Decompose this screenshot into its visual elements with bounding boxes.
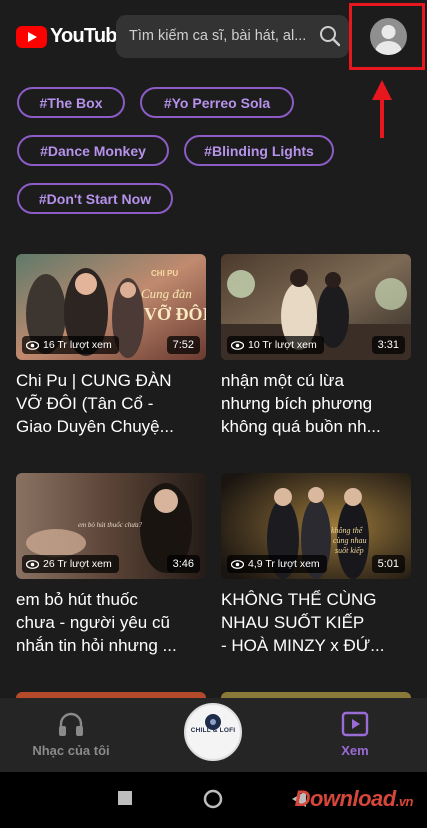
thumbnail-text: Cung đàn — [141, 286, 192, 301]
youtube-logo[interactable]: YouTube — [16, 25, 128, 48]
video-title-line: Chi Pu | CUNG ĐÀN — [16, 371, 172, 390]
eye-icon — [26, 340, 39, 350]
thumbnail-text: cùng nhau — [333, 536, 367, 545]
duration-badge: 3:46 — [166, 555, 200, 573]
square-icon[interactable] — [118, 791, 132, 805]
circle-icon[interactable] — [203, 789, 223, 809]
tag-chip[interactable]: #Blinding Lights — [184, 135, 334, 166]
thumbnail-text: CHI PU — [151, 269, 178, 278]
nav-label: Xem — [341, 743, 369, 758]
video-title-line: KHÔNG THỂ CÙNG — [221, 590, 377, 609]
thumbnail-text: không thể — [331, 526, 364, 535]
video-title-line: em bỏ hút thuốc — [16, 590, 138, 609]
search-bar[interactable]: Tìm kiếm ca sĩ, bài hát, al... — [116, 15, 349, 58]
video-title[interactable]: em bỏ hút thuốc chưa - người yêu cũ nhắn… — [16, 588, 208, 657]
duration-badge: 3:31 — [371, 336, 405, 354]
view-count-badge: 26 Tr lượt xem — [22, 555, 119, 573]
thumbnail-text: em bỏ hút thuốc chưa? — [78, 521, 143, 529]
eye-icon — [231, 340, 244, 350]
video-title-line: nhưng bích phương — [221, 394, 373, 413]
view-count: 16 Tr lượt xem — [43, 339, 112, 351]
thumbnail-text: VỠ ĐÔI — [144, 303, 206, 324]
view-count: 26 Tr lượt xem — [43, 558, 112, 570]
view-count: 10 Tr lượt xem — [248, 339, 317, 351]
play-box-icon — [341, 711, 369, 737]
avatar-highlight-box — [349, 3, 425, 70]
headphones-icon — [59, 712, 83, 736]
now-playing-text: CHILL & LOFI — [190, 727, 236, 734]
duration-badge: 5:01 — [371, 555, 405, 573]
nav-watch[interactable]: Xem — [295, 698, 415, 772]
watermark-logo: Download.vn — [294, 786, 414, 812]
annotation-arrow-icon — [372, 80, 392, 138]
video-thumbnail[interactable]: 10 Tr lượt xem 3:31 — [221, 254, 411, 360]
video-title-line: NHAU SUỐT KIẾP — [221, 613, 365, 632]
watermark-text: Download — [294, 786, 397, 811]
video-title[interactable]: KHÔNG THỂ CÙNG NHAU SUỐT KIẾP - HOÀ MINZ… — [221, 588, 413, 657]
duration-badge: 7:52 — [166, 336, 200, 354]
avatar-icon[interactable] — [370, 18, 407, 55]
tag-chip[interactable]: #Don't Start Now — [17, 183, 173, 214]
watermark-suffix: .vn — [395, 794, 414, 809]
view-count-badge: 16 Tr lượt xem — [22, 336, 119, 354]
eye-icon — [26, 559, 39, 569]
view-count: 4,9 Tr lượt xem — [248, 558, 320, 570]
video-title-line: chưa - người yêu cũ — [16, 613, 170, 632]
app-header: YouTube Tìm kiếm ca sĩ, bài hát, al... — [0, 0, 427, 74]
video-title-line: không quá buồn nh... — [221, 417, 381, 436]
search-input[interactable]: Tìm kiếm ca sĩ, bài hát, al... — [129, 28, 315, 44]
tag-chip[interactable]: #Yo Perreo Sola — [140, 87, 294, 118]
video-title-line: nhận một cú lừa — [221, 371, 344, 390]
tag-chip[interactable]: #The Box — [17, 87, 125, 118]
video-thumbnail[interactable]: em bỏ hút thuốc chưa? 26 Tr lượt xem 3:4… — [16, 473, 206, 579]
video-title-line: - HOÀ MINZY x ĐỨ... — [221, 636, 385, 655]
thumbnail-text: suốt kiếp — [335, 546, 364, 555]
video-title-line: Giao Duyên Chuyệ... — [16, 417, 174, 436]
video-title-line: nhắn tin hỏi nhưng ... — [16, 636, 177, 655]
eye-icon — [231, 559, 244, 569]
youtube-play-icon — [16, 25, 47, 48]
nav-my-music[interactable]: Nhạc của tôi — [11, 698, 131, 772]
system-navigation-bar: Download.vn — [0, 772, 427, 828]
video-title[interactable]: Chi Pu | CUNG ĐÀN VỠ ĐÔI (Tân Cổ - Giao … — [16, 369, 208, 438]
search-icon[interactable] — [319, 25, 341, 47]
video-thumbnail[interactable]: CHI PU Cung đàn VỠ ĐÔI 16 Tr lượt xem 7:… — [16, 254, 206, 360]
view-count-badge: 10 Tr lượt xem — [227, 336, 324, 354]
tag-chip[interactable]: #Dance Monkey — [17, 135, 169, 166]
video-thumbnail[interactable]: không thể cùng nhau suốt kiếp 4,9 Tr lượ… — [221, 473, 411, 579]
now-playing-disc[interactable]: CHILL & LOFI — [184, 703, 242, 761]
video-title[interactable]: nhận một cú lừa nhưng bích phương không … — [221, 369, 413, 438]
video-title-line: VỠ ĐÔI (Tân Cổ - — [16, 394, 154, 413]
view-count-badge: 4,9 Tr lượt xem — [227, 555, 327, 573]
nav-label: Nhạc của tôi — [32, 743, 110, 758]
